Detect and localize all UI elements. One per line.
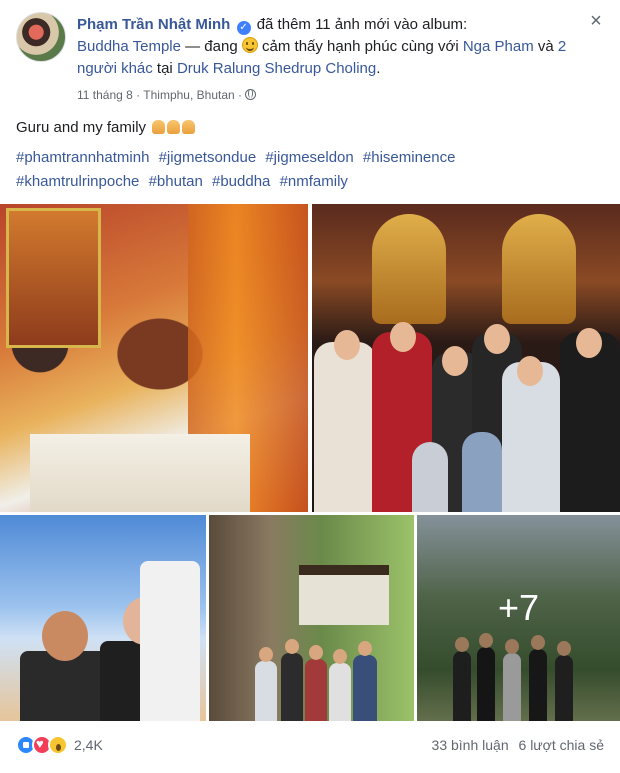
feeling-text: cảm thấy hạnh phúc cùng với [262,38,459,55]
photo-detail-face [484,324,510,354]
hashtag-link[interactable]: #buddha [212,173,270,190]
photo-detail-statue [502,214,576,324]
photo-detail-person [255,647,277,721]
close-icon[interactable]: × [586,11,606,32]
photo-detail-face [334,330,360,360]
post-meta: 11 tháng 8 · Thimphu, Bhutan · [77,87,257,103]
post-header: Phạm Trần Nhật Minh ✓ đã thêm 11 ảnh mới… [16,11,606,108]
post-action: đã thêm 11 ảnh mới vào album: [256,16,468,33]
more-photos-count[interactable]: +7 [417,587,620,629]
photo-detail-building [299,565,389,625]
photo-detail-person [314,342,376,512]
photo-selfie[interactable] [0,515,206,721]
photo-detail-table [30,434,250,512]
hashtag-link[interactable]: #bhutan [149,173,203,190]
photo-detail-face [358,641,372,656]
post-headline: Phạm Trần Nhật Minh ✓ đã thêm 11 ảnh mới… [77,14,567,80]
caption-text: Guru and my family [16,119,147,136]
photo-detail-person [329,649,351,721]
hashtag-link[interactable]: #jigmetsondue [159,149,257,166]
period: . [376,60,381,77]
smile-emoji-icon [241,37,258,53]
post-date[interactable]: 11 tháng 8 [77,88,133,102]
hashtag-link[interactable]: #nmfamily [280,173,348,190]
photo-detail-face [390,322,416,352]
praying-hands-icon [182,120,196,134]
photo-detail-person [412,442,448,512]
author-name[interactable]: Phạm Trần Nhật Minh [77,16,230,33]
photo-detail-face [576,328,602,358]
photo-detail-portrait [6,208,101,348]
hashtag-link[interactable]: #khamtrulrinpoche [16,173,139,190]
photo-detail-person [462,432,502,512]
at-text: tại [156,60,173,77]
photo-detail-person [353,641,377,721]
wow-icon [48,735,68,755]
praying-hands-icon [167,120,181,134]
post-location[interactable]: Thimphu, Bhutan [143,88,234,102]
hashtag-link[interactable]: #phamtrannhatminh [16,149,149,166]
feeling-prefix: — đang [185,38,238,55]
photo-detail-person [305,645,327,721]
photo-detail-face [333,649,347,664]
verified-badge-icon: ✓ [236,21,251,35]
photo-detail-person [560,332,620,512]
reaction-summary[interactable]: 2,4K [16,734,103,756]
avatar[interactable] [16,12,66,62]
photo-detail-face [259,647,273,662]
tagged-person-link[interactable]: Nga Pham [463,38,534,55]
album-link[interactable]: Buddha Temple [77,38,181,55]
photo-detail-statue [372,214,446,324]
photo-detail-face [285,639,299,654]
photo-detail-person [281,639,303,721]
photo-detail-face [517,356,543,386]
photo-detail-face [442,346,468,376]
photo-detail-face [42,611,88,661]
photo-more-overlay[interactable]: +7 [417,515,620,721]
hashtag-link[interactable]: #hiseminence [363,149,456,166]
photo-family-temple[interactable] [312,204,620,512]
globe-icon[interactable] [245,89,257,100]
reaction-count[interactable]: 2,4K [74,737,103,753]
photo-detail-person [140,561,200,721]
praying-hands-icon [152,120,166,134]
meta-separator: · [136,88,141,102]
meta-separator: · [238,88,243,102]
and-text: và [537,38,554,55]
post-caption: Guru and my family [16,117,196,139]
hashtag-link[interactable]: #jigmeseldon [265,149,353,166]
share-count[interactable]: 6 lượt chia sẻ [519,737,604,753]
photo-detail-person [20,611,110,721]
engagement-stats: 33 bình luận 6 lượt chia sẻ [432,737,604,753]
place-link[interactable]: Druk Ralung Shedrup Choling [177,60,376,77]
photo-detail-face [309,645,323,660]
photo-cliff-temple[interactable] [209,515,414,721]
hashtag-list: #phamtrannhatminh #jigmetsondue #jigmese… [16,146,606,194]
comment-count[interactable]: 33 bình luận [432,737,509,753]
photo-ceremony[interactable] [0,204,308,512]
